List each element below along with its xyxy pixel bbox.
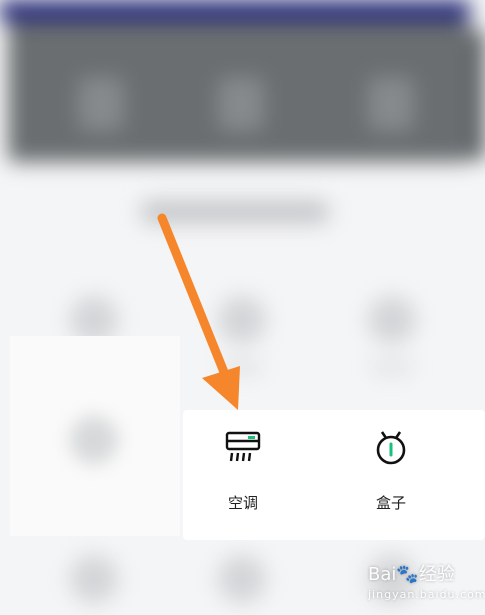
orange-arrow-icon <box>157 213 240 410</box>
watermark: Bai🐾经验 jingyan.baidu.com <box>368 560 485 601</box>
paw-icon: 🐾 <box>396 564 419 585</box>
watermark-suffix: 经验 <box>418 564 455 585</box>
watermark-brand: Bai <box>368 564 397 585</box>
watermark-url: jingyan.baidu.com <box>368 588 485 601</box>
